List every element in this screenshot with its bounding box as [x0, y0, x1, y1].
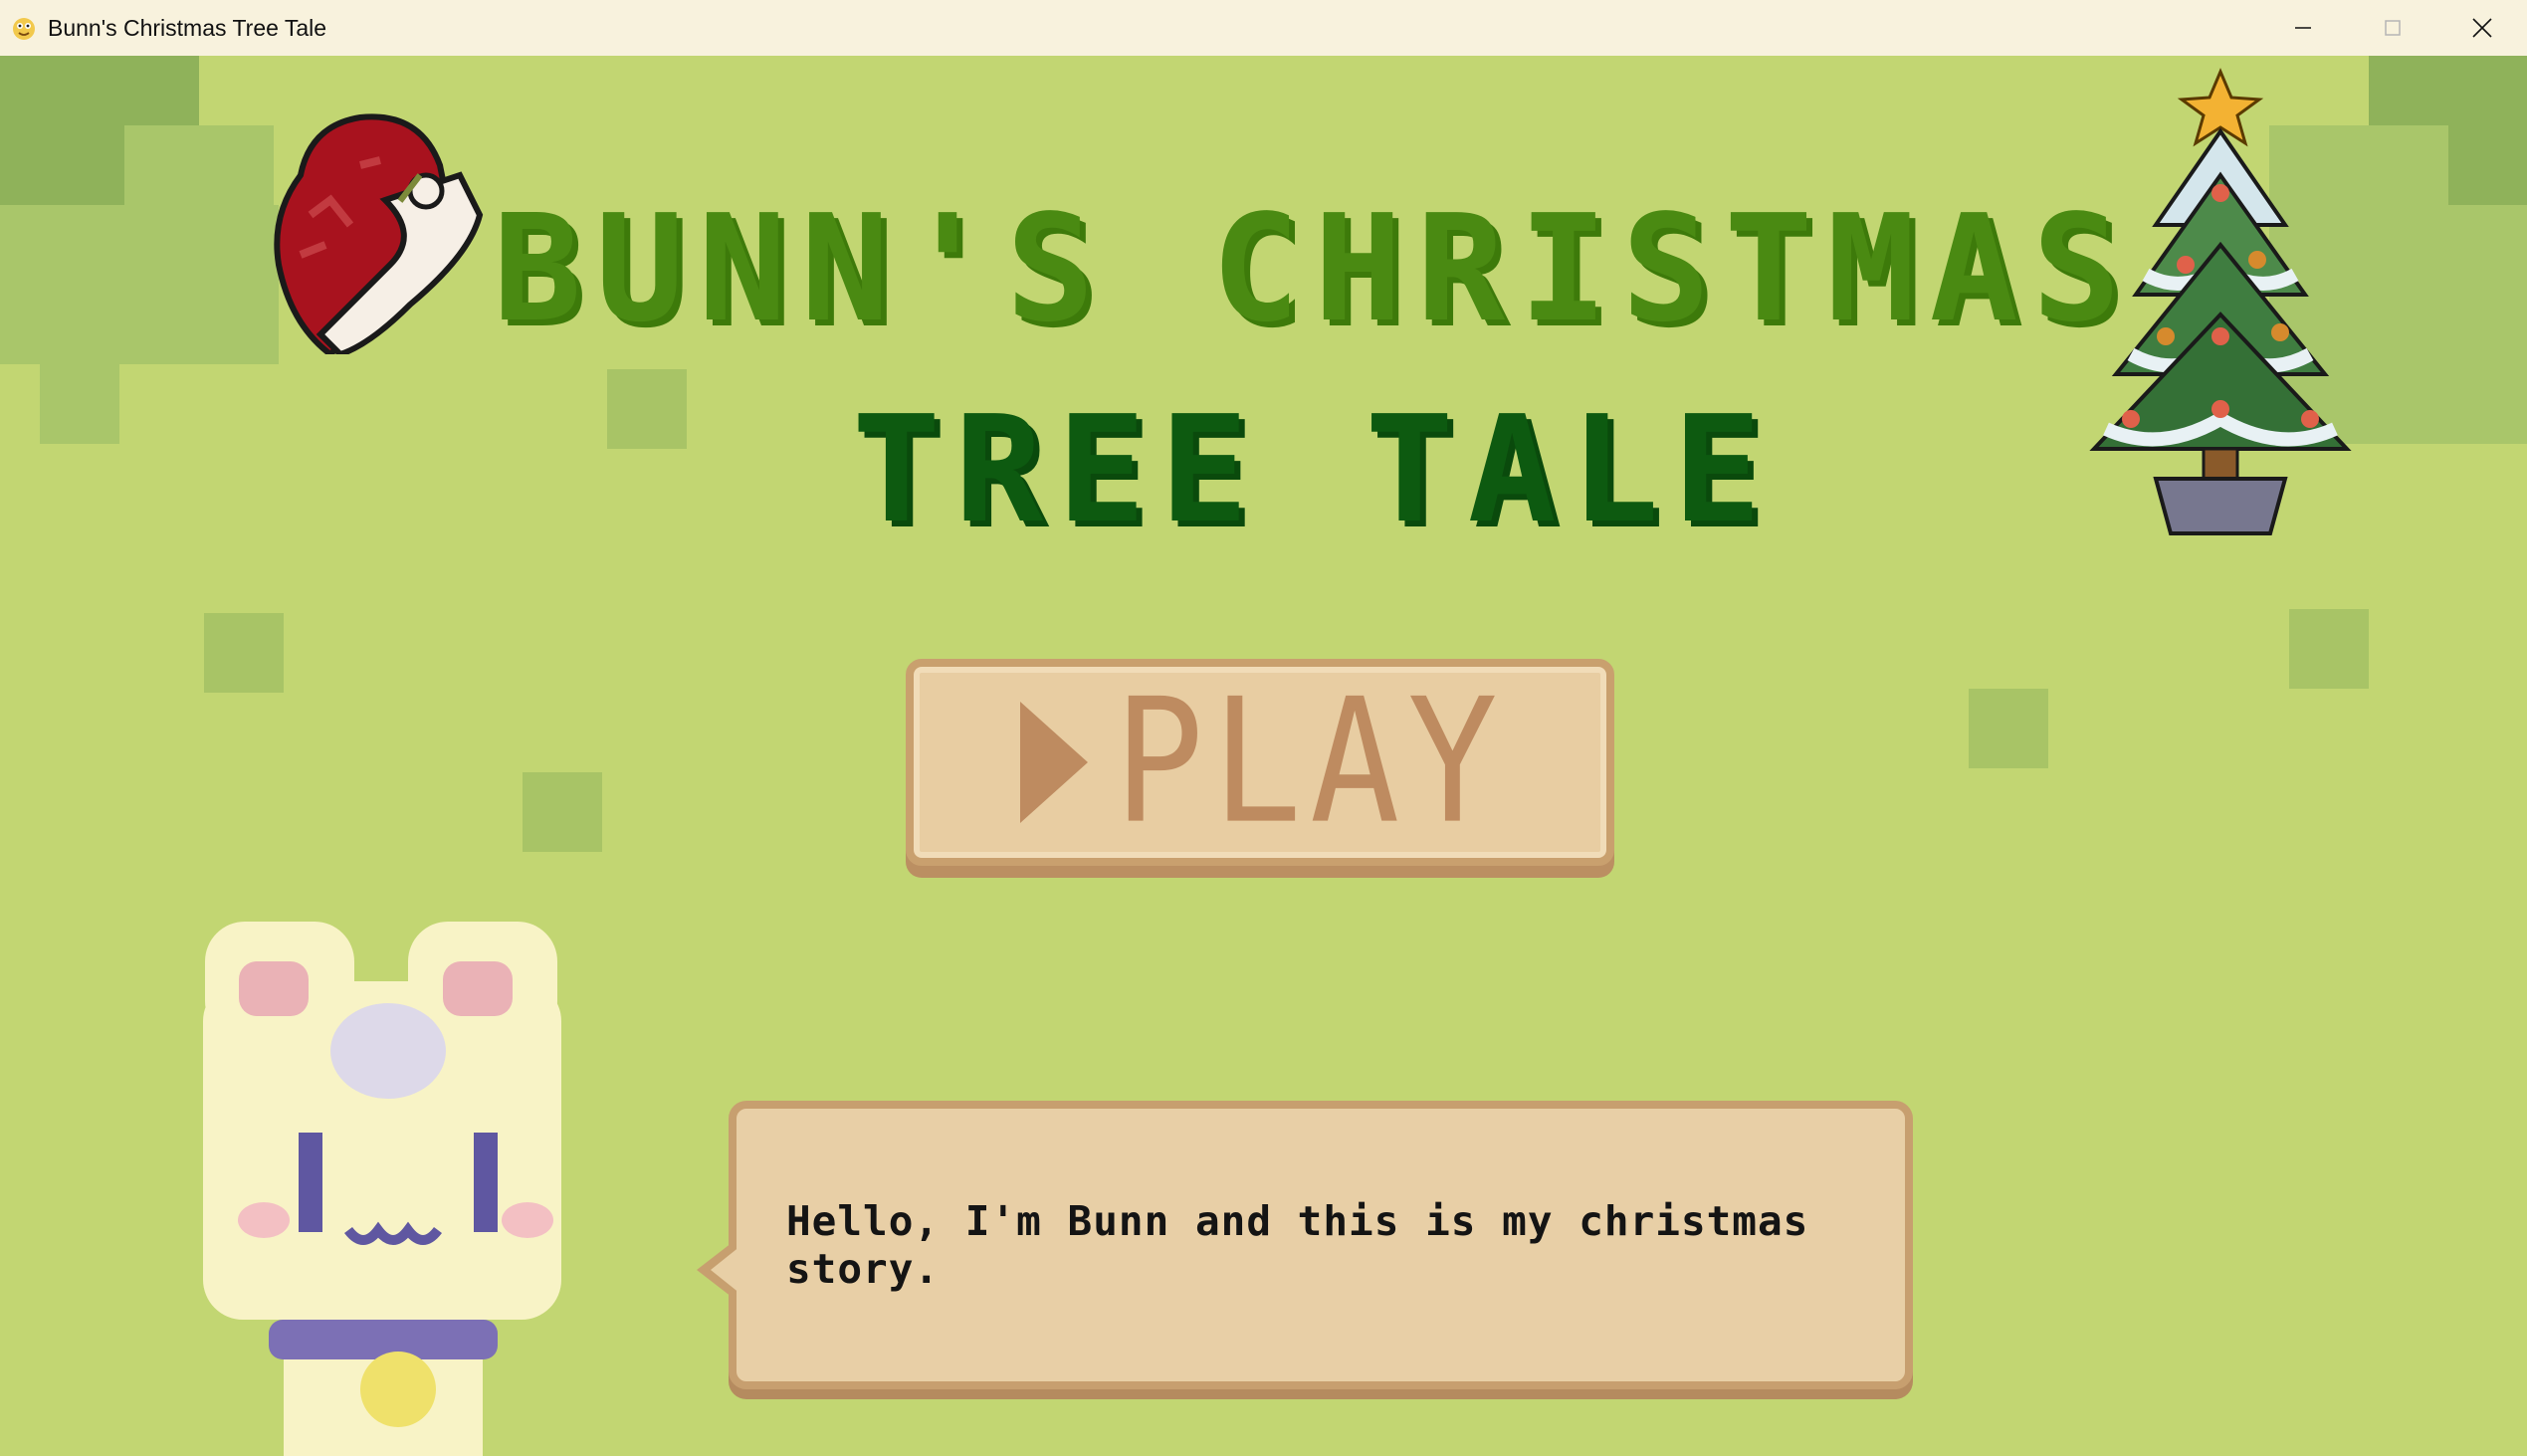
window-title-bar[interactable]: Bunn's Christmas Tree Tale [0, 0, 2527, 56]
bunn-character [203, 922, 561, 1456]
maximize-icon [2385, 20, 2401, 36]
game-title-line1: Bunn's Christmas [493, 183, 2135, 354]
minimize-button[interactable] [2258, 0, 2348, 56]
minimize-icon [2295, 27, 2311, 29]
speech-text: Hello, I'm Bunn and this is my christmas… [786, 1197, 1809, 1293]
christmas-tree-icon [2089, 68, 2352, 535]
play-button[interactable]: PLAY [906, 659, 1614, 866]
speech-bubble: Hello, I'm Bunn and this is my christmas… [729, 1101, 1913, 1389]
close-icon [2472, 18, 2492, 38]
play-button-label: PLAY [1114, 662, 1506, 863]
pygame-snake-icon [13, 18, 35, 40]
close-button[interactable] [2437, 0, 2527, 56]
game-title-line2: Tree Tale [852, 384, 1776, 555]
window-controls [2258, 0, 2527, 56]
game-canvas[interactable]: Bunn's Christmas Tree Tale [0, 56, 2527, 1456]
speech-bubble-tail-inner [711, 1246, 740, 1294]
window-title: Bunn's Christmas Tree Tale [48, 14, 327, 41]
play-triangle-icon [1020, 702, 1089, 823]
game-window: Bunn's Christmas Tree Tale BUNN'S CHRIST… [0, 0, 2527, 1456]
maximize-button[interactable] [2348, 0, 2437, 56]
